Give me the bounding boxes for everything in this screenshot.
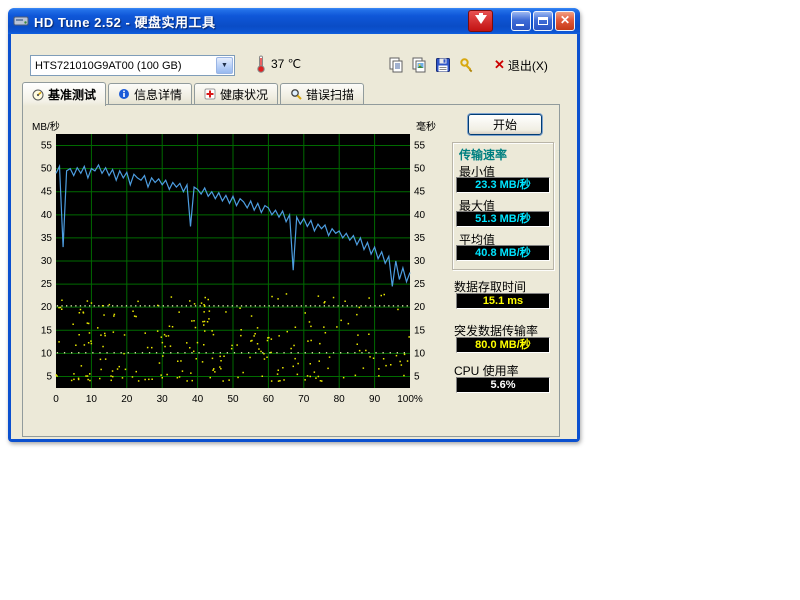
svg-text:40: 40 [192,394,204,405]
svg-text:45: 45 [41,187,53,198]
minimize-icon [516,24,524,26]
app-icon [13,13,29,29]
maximize-icon [538,17,548,25]
save-icon[interactable] [433,55,453,75]
temperature-value: 37 ℃ [271,57,301,71]
tab-info[interactable]: 信息详情 [108,83,192,104]
svg-text:40: 40 [414,210,426,221]
svg-text:5: 5 [46,371,52,382]
tab-benchmark-label: 基准测试 [48,86,96,103]
tab-health[interactable]: 健康状况 [194,83,278,104]
tab-error-scan[interactable]: 错误扫描 [280,83,364,104]
svg-text:50: 50 [227,394,239,405]
settings-icon[interactable] [457,55,477,75]
svg-text:55: 55 [41,141,53,152]
transfer-rate-title: 传输速率 [459,146,507,163]
start-button[interactable]: 开始 [468,114,542,135]
window-title: HD Tune 2.52 - 硬盘实用工具 [34,12,215,31]
exit-x-icon: ✕ [494,57,505,73]
svg-text:30: 30 [157,394,169,405]
svg-text:55: 55 [414,141,426,152]
svg-text:50: 50 [414,164,426,175]
drive-select[interactable]: HTS721010G9AT00 (100 GB) ▼ [30,55,235,76]
svg-text:100%: 100% [397,394,423,405]
chart-canvas: 5510101515202025253030353540404545505055… [28,120,438,412]
maximize-button[interactable] [533,11,553,31]
gauge-icon [32,89,44,101]
copy-text-icon[interactable] [386,55,406,75]
svg-text:10: 10 [86,394,98,405]
burst-rate-value: 80.0 MB/秒 [456,337,550,353]
access-time-value: 15.1 ms [456,293,550,309]
svg-text:35: 35 [414,233,426,244]
svg-text:25: 25 [41,279,53,290]
health-cross-icon [204,88,216,100]
hdtune-window: HD Tune 2.52 - 硬盘实用工具 ✕ HTS721010G9AT00 … [8,8,580,442]
max-value: 51.3 MB/秒 [456,211,550,227]
svg-text:30: 30 [41,256,53,267]
tab-benchmark[interactable]: 基准测试 [22,82,106,106]
svg-text:35: 35 [41,233,53,244]
tab-info-label: 信息详情 [134,86,182,103]
svg-text:毫秒: 毫秒 [416,120,436,133]
exit-button[interactable]: ✕ 退出(X) [494,55,548,75]
close-button[interactable]: ✕ [555,11,575,31]
drive-select-value: HTS721010G9AT00 (100 GB) [31,60,215,72]
copy-image-icon[interactable] [409,55,429,75]
svg-text:15: 15 [414,325,426,336]
svg-text:45: 45 [414,187,426,198]
svg-text:50: 50 [41,164,53,175]
svg-text:15: 15 [41,325,53,336]
minimize-button[interactable] [511,11,531,31]
svg-text:5: 5 [414,371,420,382]
benchmark-chart: 5510101515202025253030353540404545505055… [28,120,438,412]
exit-label: 退出(X) [508,57,548,74]
svg-text:40: 40 [41,210,53,221]
svg-text:30: 30 [414,256,426,267]
svg-text:70: 70 [298,394,310,405]
temperature-indicator: 37 ℃ [256,55,301,73]
capture-button[interactable] [468,10,493,32]
titlebar[interactable]: HD Tune 2.52 - 硬盘实用工具 ✕ [8,8,580,34]
svg-text:20: 20 [41,302,53,313]
info-icon [118,88,130,100]
svg-text:80: 80 [334,394,346,405]
svg-text:MB/秒: MB/秒 [32,120,60,133]
svg-text:20: 20 [121,394,133,405]
svg-text:60: 60 [263,394,275,405]
close-icon: ✕ [556,13,574,27]
tab-bar: 基准测试 信息详情 健康状况 错误扫描 [22,82,366,106]
cpu-usage-value: 5.6% [456,377,550,393]
magnifier-icon [290,88,302,100]
svg-text:25: 25 [414,279,426,290]
tab-health-label: 健康状况 [220,86,268,103]
tab-error-scan-label: 错误扫描 [306,86,354,103]
min-value: 23.3 MB/秒 [456,177,550,193]
thermometer-icon [256,55,266,73]
svg-text:90: 90 [369,394,381,405]
transfer-rate-group: 传输速率 最小值 23.3 MB/秒 最大值 51.3 MB/秒 平均值 40.… [452,142,554,270]
avg-value: 40.8 MB/秒 [456,245,550,261]
svg-text:20: 20 [414,302,426,313]
svg-text:10: 10 [414,348,426,359]
svg-text:0: 0 [53,394,59,405]
chevron-down-icon[interactable]: ▼ [216,57,233,74]
svg-text:10: 10 [41,348,53,359]
